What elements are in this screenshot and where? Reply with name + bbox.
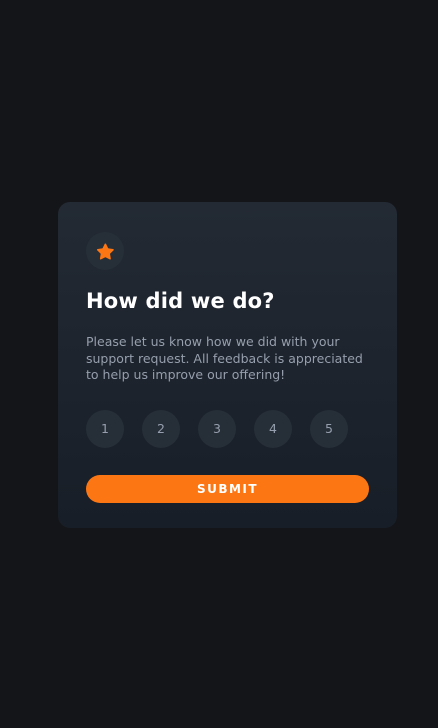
submit-button[interactable]: SUBMIT	[86, 474, 369, 503]
card-description: Please let us know how we did with your …	[86, 334, 363, 382]
rating-card: How did we do? Please let us know how we…	[58, 202, 397, 528]
rating-option-3[interactable]: 3	[198, 409, 236, 448]
rating-option-5[interactable]: 5	[310, 409, 348, 448]
rating-option-4[interactable]: 4	[254, 409, 292, 448]
rating-option-1[interactable]: 1	[86, 409, 124, 448]
star-badge	[86, 232, 124, 270]
star-icon	[96, 242, 114, 260]
card-title: How did we do?	[86, 289, 275, 313]
rating-options: 1 2 3 4 5	[86, 409, 369, 448]
rating-option-2[interactable]: 2	[142, 409, 180, 448]
